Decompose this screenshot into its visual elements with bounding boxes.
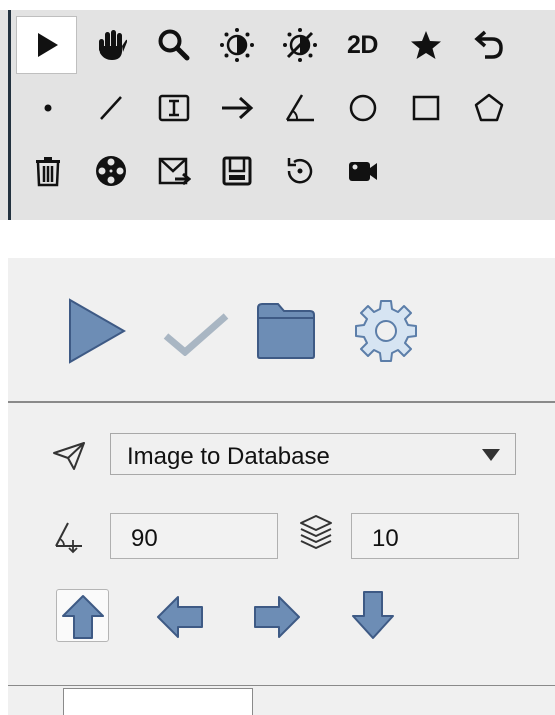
export-image-button[interactable]	[142, 143, 205, 199]
zoom-tool-button[interactable]	[142, 17, 205, 73]
rectangle-icon	[412, 95, 439, 121]
folder-icon	[257, 303, 315, 359]
arrow-down-icon	[352, 591, 394, 639]
move-up-button[interactable]	[61, 594, 105, 645]
arrow-up-icon	[62, 595, 104, 639]
arrow-right-icon	[221, 96, 253, 120]
panel-action-bar	[68, 298, 488, 368]
arrow-left-icon	[157, 596, 203, 638]
paper-plane-icon	[53, 442, 85, 470]
play-button[interactable]	[68, 298, 128, 369]
drawing-toolbar: 2D	[0, 10, 555, 220]
toolbar-edge	[8, 10, 11, 220]
move-down-button[interactable]	[351, 590, 395, 645]
reset-button[interactable]	[268, 143, 331, 199]
toolbar-row-3	[16, 142, 394, 200]
view-2d-button[interactable]: 2D	[331, 17, 394, 73]
confirm-button[interactable]	[163, 312, 229, 361]
angle-icon	[285, 94, 314, 122]
point-icon	[44, 104, 51, 112]
toolbar-row-2	[16, 79, 520, 137]
text-box-icon	[158, 94, 189, 122]
polygon-tool-button[interactable]	[457, 80, 520, 136]
save-disk-icon	[222, 156, 251, 186]
layers-icon	[300, 515, 332, 549]
panel-bottom-line	[8, 685, 555, 686]
arrow-right-icon	[254, 596, 300, 638]
brightness-icon	[219, 28, 254, 62]
arrow-tool-button[interactable]	[205, 80, 268, 136]
point-tool-button[interactable]	[16, 80, 79, 136]
favorite-button[interactable]	[394, 17, 457, 73]
open-folder-button[interactable]	[256, 302, 316, 365]
contrast-tool-button[interactable]	[268, 17, 331, 73]
panel-divider	[8, 401, 555, 403]
angle-label	[52, 520, 88, 559]
tooltip	[63, 688, 253, 715]
export-image-icon	[158, 157, 191, 186]
mode-select-value: Image to Database	[127, 443, 330, 470]
save-button[interactable]	[205, 143, 268, 199]
record-video-button[interactable]	[331, 143, 394, 199]
contrast-icon	[282, 28, 317, 62]
zoom-magnifier-icon	[158, 29, 189, 61]
checkmark-icon	[163, 313, 229, 357]
text-tool-button[interactable]	[142, 80, 205, 136]
rectangle-tool-button[interactable]	[394, 80, 457, 136]
layers-label	[298, 513, 334, 558]
settings-gear-icon	[355, 300, 417, 362]
circle-tool-button[interactable]	[331, 80, 394, 136]
star-icon	[410, 31, 441, 59]
mode-select[interactable]: Image to Database	[110, 433, 516, 475]
angle-icon	[55, 522, 82, 554]
hand-pan-icon	[98, 30, 127, 60]
angle-tool-button[interactable]	[268, 80, 331, 136]
control-panel: Image to Database 90 10	[8, 258, 555, 715]
line-icon	[99, 96, 122, 120]
layers-value: 10	[372, 525, 399, 552]
settings-button[interactable]	[353, 298, 419, 369]
circle-icon	[349, 94, 376, 122]
brightness-tool-button[interactable]	[205, 17, 268, 73]
chevron-down-icon	[482, 449, 500, 461]
undo-button[interactable]	[457, 17, 520, 73]
select-tool-button[interactable]	[16, 16, 77, 74]
toolbar-row-1: 2D	[16, 16, 520, 74]
undo-icon	[473, 30, 503, 59]
angle-field[interactable]: 90	[110, 513, 278, 559]
view-mode-label: 2D	[347, 30, 378, 59]
line-tool-button[interactable]	[79, 80, 142, 136]
delete-button[interactable]	[16, 143, 79, 199]
move-left-button[interactable]	[156, 594, 204, 645]
move-right-button[interactable]	[253, 594, 301, 645]
select-pointer-icon	[37, 33, 58, 57]
angle-value: 90	[131, 525, 158, 552]
pan-tool-button[interactable]	[79, 17, 142, 73]
layers-field[interactable]: 10	[351, 513, 519, 559]
video-camera-icon	[348, 162, 377, 181]
pentagon-icon	[474, 93, 503, 122]
send-label	[52, 441, 86, 476]
trash-icon	[35, 157, 60, 187]
film-reel-icon	[95, 156, 126, 186]
cine-button[interactable]	[79, 143, 142, 199]
reset-rotate-icon	[287, 158, 312, 184]
play-icon	[69, 298, 127, 364]
